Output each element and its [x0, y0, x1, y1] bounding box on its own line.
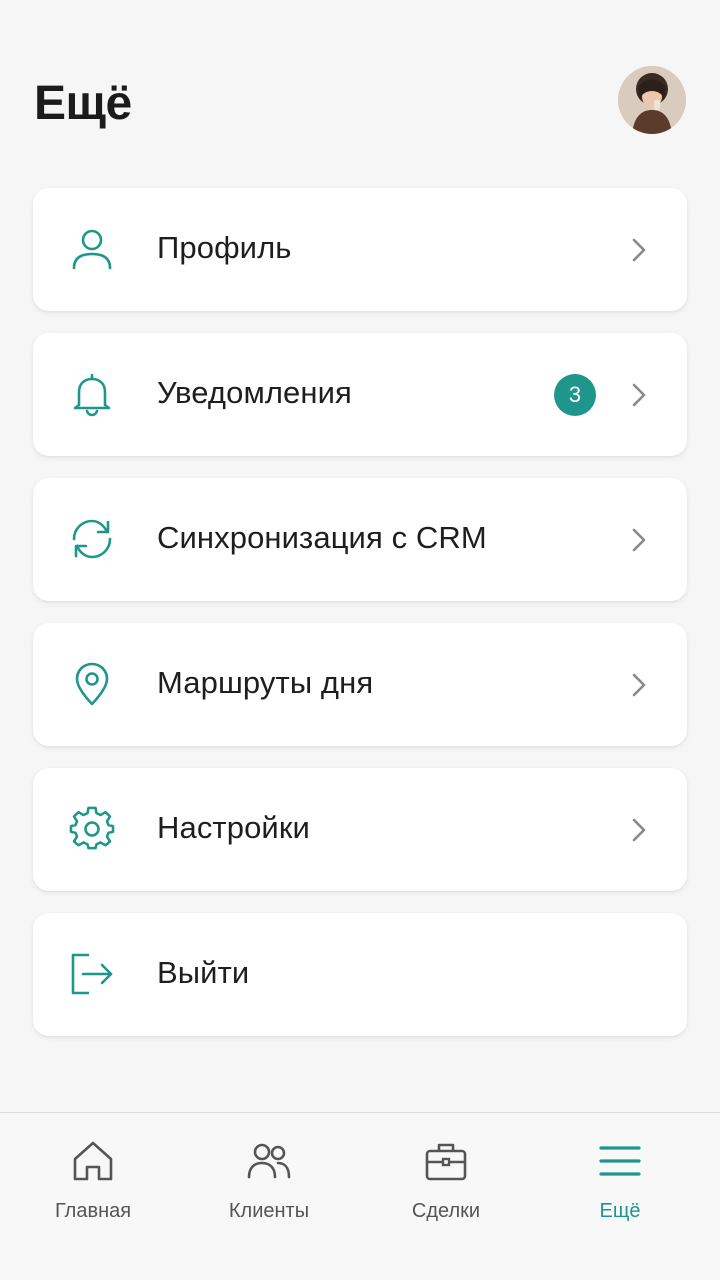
chevron-right-icon: [632, 673, 646, 697]
tab-deals[interactable]: Сделки: [356, 1113, 536, 1280]
bell-icon: [73, 373, 111, 417]
chevron-right-icon: [632, 238, 646, 262]
menu-item-profile[interactable]: Профиль: [33, 188, 687, 311]
sync-icon: [72, 519, 112, 559]
home-icon: [73, 1141, 113, 1181]
menu-item-label: Синхронизация с CRM: [157, 520, 487, 555]
logout-icon: [71, 953, 113, 995]
users-icon: [247, 1143, 291, 1179]
bottom-tab-bar: Главная Клиенты Сделки Ещё: [0, 1112, 720, 1280]
menu-item-logout[interactable]: Выйти: [33, 913, 687, 1036]
tab-more[interactable]: Ещё: [530, 1113, 710, 1280]
notification-count-badge: 3: [554, 374, 596, 416]
menu-item-label: Профиль: [157, 230, 292, 265]
page-title: Ещё: [34, 77, 132, 130]
menu-item-crm-sync[interactable]: Синхронизация с CRM: [33, 478, 687, 601]
tab-label: Ещё: [599, 1200, 641, 1222]
chevron-right-icon: [632, 383, 646, 407]
tab-label: Главная: [54, 1200, 132, 1222]
menu-item-label: Уведомления: [157, 375, 352, 410]
briefcase-icon: [425, 1143, 467, 1181]
header: Ещё: [34, 66, 686, 136]
map-pin-icon: [75, 662, 109, 706]
menu-item-routes[interactable]: Маршруты дня: [33, 623, 687, 746]
gear-icon: [69, 806, 115, 850]
user-icon: [72, 229, 112, 270]
tab-home[interactable]: Главная: [3, 1113, 183, 1280]
menu-item-label: Маршруты дня: [157, 665, 374, 700]
menu-icon: [599, 1146, 641, 1176]
menu-item-settings[interactable]: Настройки: [33, 768, 687, 891]
menu-item-label: Выйти: [157, 955, 250, 990]
user-avatar-photo: [618, 66, 686, 134]
chevron-right-icon: [632, 818, 646, 842]
tab-label: Сделки: [411, 1200, 481, 1222]
tab-label: Клиенты: [228, 1200, 310, 1222]
menu-item-label: Настройки: [157, 810, 310, 845]
tab-clients[interactable]: Клиенты: [179, 1113, 359, 1280]
menu-list: Профиль Уведомления 3 Синхронизация с CR…: [33, 188, 687, 1058]
chevron-right-icon: [632, 528, 646, 552]
more-screen: Ещё Профиль Уведомления 3 Синхронизация …: [0, 0, 720, 1280]
avatar[interactable]: [618, 66, 686, 134]
menu-item-notifications[interactable]: Уведомления 3: [33, 333, 687, 456]
